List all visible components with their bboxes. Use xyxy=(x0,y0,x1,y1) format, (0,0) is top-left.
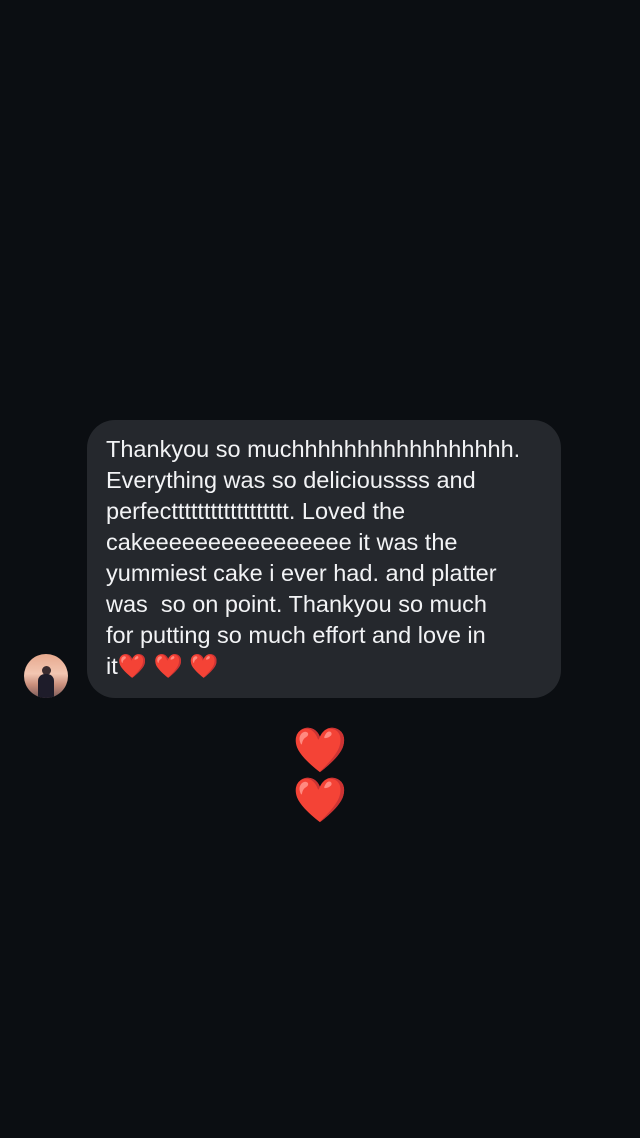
incoming-message-bubble[interactable]: Thankyou so muchhhhhhhhhhhhhhhhh. Everyt… xyxy=(87,420,561,698)
avatar-person-body xyxy=(38,674,54,698)
incoming-message-row: Thankyou so muchhhhhhhhhhhhhhhhh. Everyt… xyxy=(24,420,564,698)
reply-hearts-message[interactable]: ❤️❤️ xyxy=(268,726,372,826)
sender-avatar[interactable] xyxy=(24,654,68,698)
incoming-message-text: Thankyou so muchhhhhhhhhhhhhhhhh. Everyt… xyxy=(106,436,521,679)
